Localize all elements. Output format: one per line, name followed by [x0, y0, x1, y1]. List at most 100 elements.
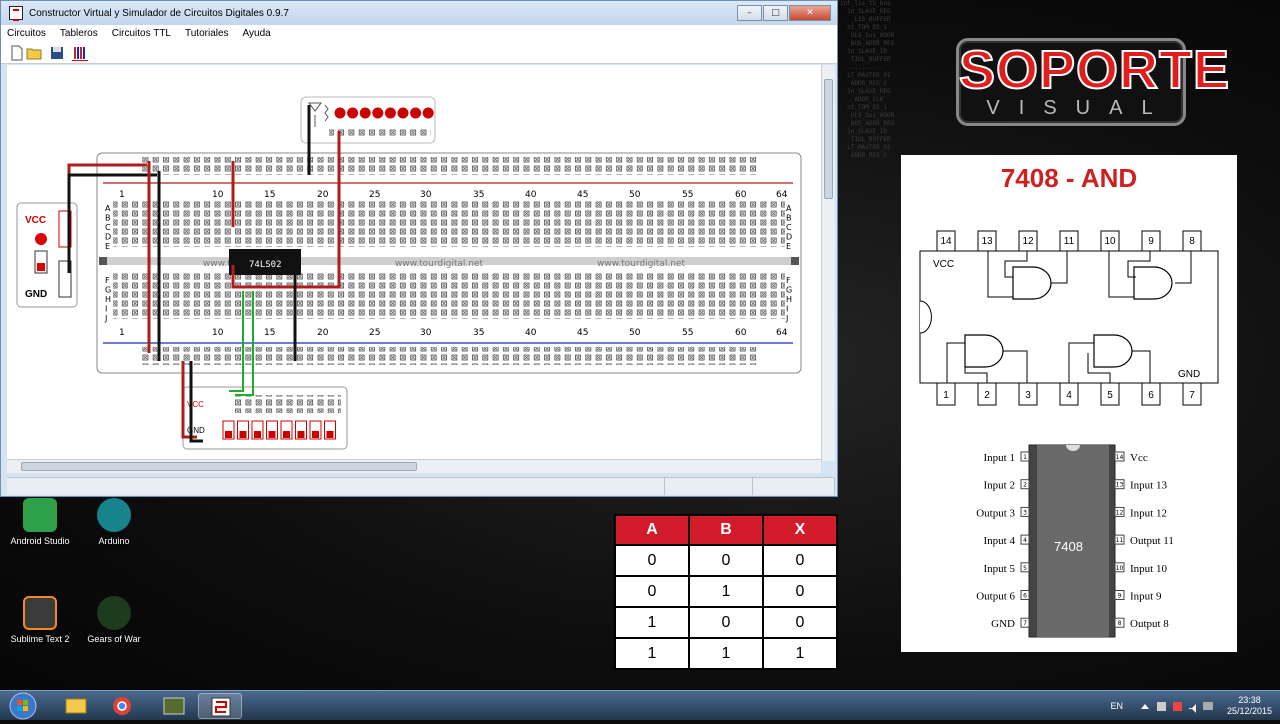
- led: [410, 107, 422, 119]
- chip-app-icon: [163, 697, 185, 715]
- led: [397, 107, 409, 119]
- column-number: 45: [577, 190, 588, 200]
- menu-ayuda[interactable]: Ayuda: [243, 28, 271, 39]
- row-letter: F: [786, 276, 791, 285]
- pin-number: 5: [1107, 390, 1113, 401]
- chip-reference-panel: 7408 - AND VCC GND 14 13 12 11 10 9 8 1234567 …: [901, 155, 1237, 652]
- desktop-icon-arduino[interactable]: Arduino: [76, 498, 152, 546]
- soporte-visual-logo: SOPORTE VISUAL: [956, 38, 1230, 126]
- column-number: 35: [473, 328, 484, 338]
- menu-circuitos-ttl[interactable]: Circuitos TTL: [112, 28, 171, 39]
- vertical-scroll-thumb[interactable]: [824, 79, 833, 199]
- row-letter: C: [105, 223, 111, 232]
- language-indicator[interactable]: EN: [1110, 701, 1123, 711]
- column-number: 64: [776, 190, 788, 200]
- cd-vcc: VCC: [933, 259, 954, 270]
- horizontal-scroll-thumb[interactable]: [21, 462, 417, 471]
- pin-number: 8: [1189, 236, 1195, 247]
- truth-header-a: A: [616, 516, 688, 544]
- menu-bar: Circuitos Tableros Circuitos TTL Tutoria…: [1, 25, 837, 42]
- desktop-icon-gears-of-war[interactable]: Gears of War: [76, 596, 152, 644]
- menu-tutoriales[interactable]: Tutoriales: [185, 28, 229, 39]
- pin-number: 1: [1023, 454, 1027, 461]
- row-letter: H: [105, 295, 111, 304]
- pin-number: 12: [1022, 236, 1034, 247]
- column-number: 15: [264, 190, 275, 200]
- pin-label: Input 4: [984, 535, 1016, 547]
- pin-label: Input 12: [1130, 507, 1167, 519]
- top-pins: 14 13 12 11 10 9 8: [936, 230, 1202, 252]
- pin-number: 1: [943, 390, 949, 401]
- row-letter: H: [786, 295, 792, 304]
- chip-label: 74LS02: [249, 260, 282, 270]
- toolbar: [1, 42, 837, 64]
- sublime-text-icon: [23, 596, 57, 630]
- row-letter: C: [786, 223, 792, 232]
- minimize-button[interactable]: –: [737, 5, 762, 21]
- column-number: 20: [317, 190, 329, 200]
- truth-header-b: B: [690, 516, 762, 544]
- table-row: 100: [616, 608, 836, 637]
- led: [372, 107, 384, 119]
- close-button[interactable]: ✕: [789, 5, 831, 21]
- menu-circuitos[interactable]: Circuitos: [7, 28, 46, 39]
- pin-label: Output 3: [976, 507, 1015, 519]
- pin-number: 6: [1023, 593, 1027, 600]
- column-number: 30: [420, 328, 432, 338]
- pin-label: Output 6: [976, 591, 1015, 603]
- column-number: 1: [119, 328, 125, 338]
- workspace-canvas[interactable]: 1 10 15 20 25 30 35 40 45 50 55 60 64 AABBCCDDEEFFGG…: [7, 65, 821, 459]
- taskbar-circuit-simulator[interactable]: [198, 693, 242, 719]
- column-number: 60: [735, 190, 747, 200]
- led: [384, 107, 396, 119]
- column-number: 25: [369, 328, 380, 338]
- dip-left-pins: Input 1 1 Input 2 2 Output 3 3 Input 4 4 Input 5…: [976, 451, 1030, 630]
- app-window: Constructor Virtual y Simulador de Circu…: [0, 0, 838, 497]
- row-letter: D: [105, 233, 111, 242]
- pin-number: 14: [940, 236, 952, 247]
- taskbar-explorer[interactable]: [54, 693, 98, 719]
- taskbar: EN 23:38 25/12/2015: [0, 690, 1280, 720]
- led: [422, 107, 434, 119]
- row-letter: J: [104, 314, 107, 323]
- component-library-icon[interactable]: [72, 45, 88, 61]
- pin-number: 2: [984, 390, 990, 401]
- save-icon[interactable]: [49, 45, 65, 61]
- column-number: 20: [317, 328, 329, 338]
- column-number: 60: [735, 328, 747, 338]
- pin-number: 13: [981, 236, 993, 247]
- led: [347, 107, 359, 119]
- desktop-icon-sublime-text[interactable]: Sublime Text 2: [2, 596, 78, 644]
- column-number: 55: [682, 190, 693, 200]
- clock[interactable]: 23:38 25/12/2015: [1227, 695, 1272, 717]
- led: [334, 107, 346, 119]
- tray-icons[interactable]: [1137, 699, 1217, 713]
- truth-header-x: X: [764, 516, 836, 544]
- folder-icon: [65, 698, 87, 714]
- pwr-gnd: GND: [25, 289, 47, 300]
- column-number: 40: [525, 328, 537, 338]
- column-number: 15: [264, 328, 275, 338]
- android-studio-icon: [23, 498, 57, 532]
- maximize-button[interactable]: □: [763, 5, 788, 21]
- window-title: Constructor Virtual y Simulador de Circu…: [29, 7, 289, 19]
- pin-label: Input 5: [984, 563, 1016, 575]
- desktop-icon-android-studio[interactable]: Android Studio: [2, 498, 78, 546]
- bottom-pins: 1 2 3 4 5 6 7: [936, 382, 1202, 406]
- taskbar-chrome[interactable]: [100, 693, 144, 719]
- menu-tableros[interactable]: Tableros: [60, 28, 98, 39]
- pin-number: 14: [1116, 454, 1124, 461]
- horizontal-scrollbar[interactable]: [7, 459, 821, 473]
- pin-number: 10: [1104, 236, 1116, 247]
- pin-number: 6: [1148, 390, 1154, 401]
- watermark: www.tourdigital.net: [597, 259, 685, 269]
- vertical-scrollbar[interactable]: [821, 65, 835, 461]
- row-letter: E: [105, 242, 110, 251]
- cd-gnd: GND: [1178, 369, 1200, 380]
- taskbar-app[interactable]: [152, 693, 196, 719]
- title-bar[interactable]: Constructor Virtual y Simulador de Circu…: [1, 1, 837, 25]
- column-number: 10: [212, 328, 224, 338]
- new-file-icon[interactable]: [9, 45, 25, 61]
- windows-start-icon[interactable]: [6, 691, 40, 721]
- open-folder-icon[interactable]: [26, 45, 42, 61]
